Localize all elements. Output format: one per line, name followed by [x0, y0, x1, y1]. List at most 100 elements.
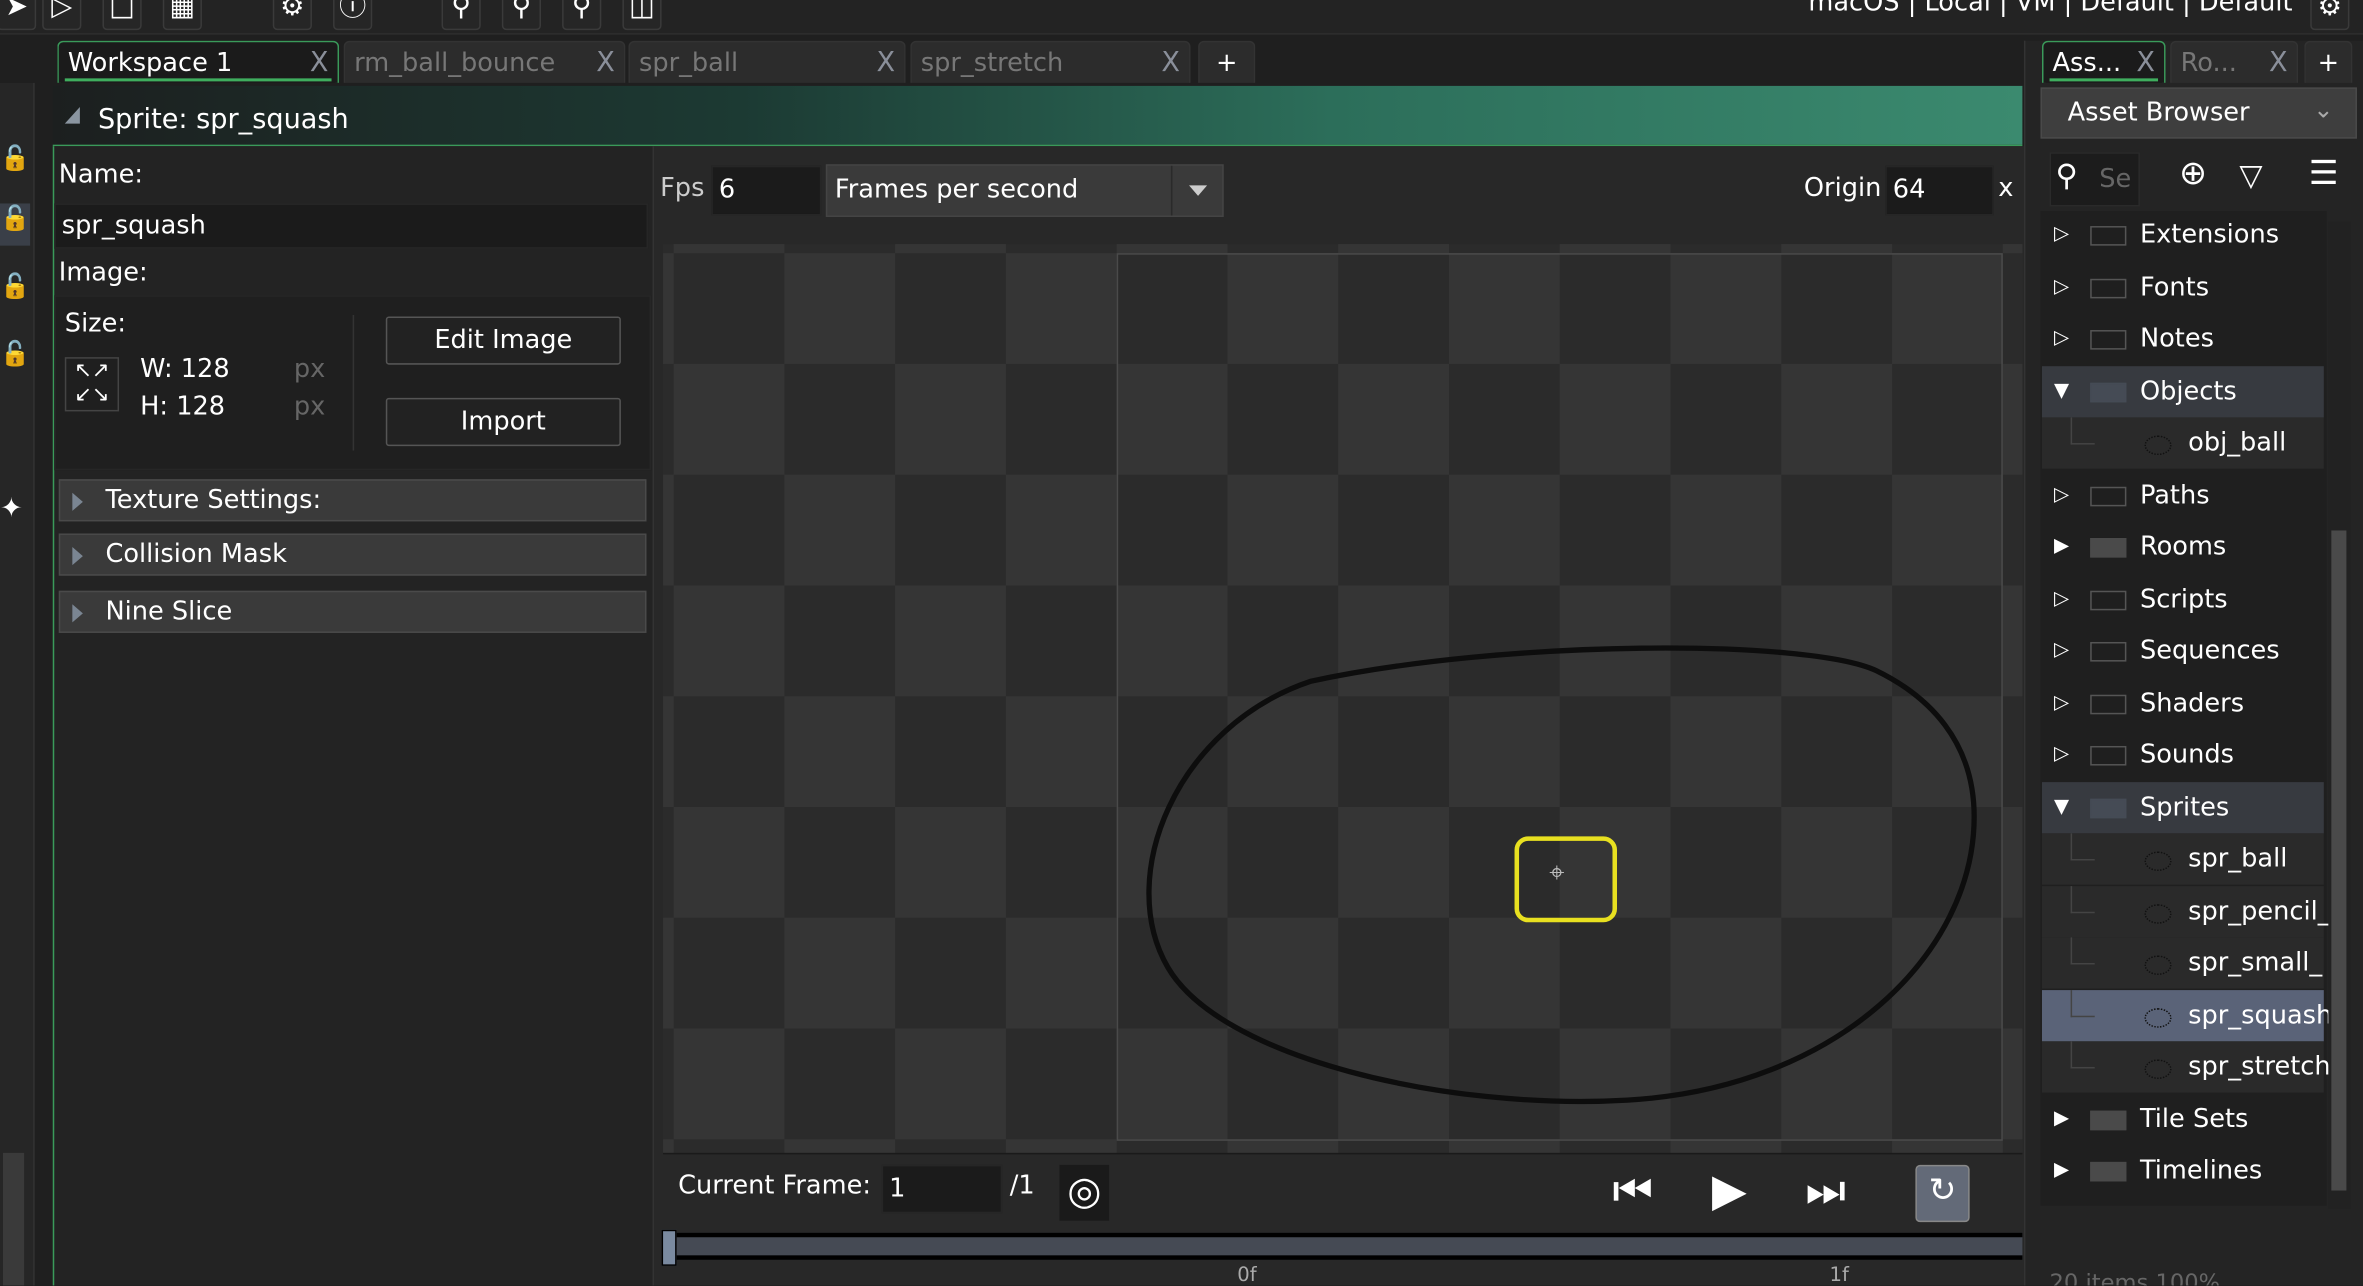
play-icon[interactable]: ▶ [1712, 1165, 1747, 1219]
tree-folder-item[interactable]: ▷ Extensions [2042, 209, 2324, 260]
tree-asset-item[interactable]: spr_squash [2041, 989, 2332, 1041]
lock-icon[interactable]: 🔓 [0, 203, 31, 246]
sprite-image [1146, 645, 1977, 1105]
tab-workspace-1[interactable]: Workspace 1 X [57, 40, 340, 83]
collapse-icon[interactable] [64, 106, 80, 124]
tree-folder-item[interactable]: ▷ Paths [2042, 469, 2324, 520]
timeline-playhead[interactable] [661, 1229, 677, 1266]
sparkle-icon[interactable]: ✦ [0, 493, 23, 525]
filter-icon[interactable]: ▽ [2239, 157, 2262, 193]
import-button[interactable]: Import [385, 397, 621, 447]
close-icon[interactable]: X [596, 42, 615, 83]
chevron-right-icon[interactable]: ▷ [2054, 588, 2069, 609]
chevron-right-icon[interactable]: ▶ [2054, 1160, 2069, 1181]
chevron-right-icon[interactable]: ▷ [2054, 276, 2069, 298]
tree-folder-item[interactable]: ▷ Scripts [2042, 573, 2324, 624]
chevron-right-icon[interactable]: ▶ [2054, 536, 2069, 557]
tree-item-label: spr_pencil_ [2188, 895, 2331, 927]
tree-scrollbar[interactable] [2328, 221, 2351, 1209]
settings-icon[interactable]: ⚙ [272, 0, 312, 31]
tree-item-label: Objects [2139, 375, 2237, 407]
close-icon[interactable]: X [2269, 42, 2288, 83]
texture-settings-section[interactable]: Texture Settings: [58, 479, 647, 522]
zoom-in-icon[interactable]: ⚲ [562, 0, 602, 31]
clean-icon[interactable]: ▦ [162, 0, 202, 31]
chevron-right-icon[interactable]: ▷ [2054, 692, 2069, 713]
tree-item-label: Scripts [2139, 583, 2228, 615]
chevron-right-icon[interactable]: ▷ [2054, 328, 2069, 350]
debug-icon[interactable]: ▷ [42, 0, 82, 31]
origin-x-input[interactable]: 64 [1885, 165, 1994, 216]
chevron-right-icon[interactable]: ▷ [2054, 484, 2069, 506]
scrollbar[interactable] [3, 1152, 25, 1286]
chevron-down-icon[interactable]: ▼ [2054, 380, 2069, 402]
lock-icon[interactable]: 🔓 [0, 271, 30, 300]
close-icon[interactable]: X [1161, 42, 1180, 83]
chevron-right-icon[interactable]: ▷ [2054, 640, 2069, 661]
chevron-right-icon[interactable]: ▷ [2054, 744, 2069, 765]
tree-folder-item[interactable]: ▷ Fonts [2042, 261, 2324, 312]
tree-folder-item[interactable]: ▼ Sprites [2041, 781, 2324, 833]
origin-marker[interactable]: ⌖ [1514, 836, 1618, 923]
tree-asset-item[interactable]: spr_small_ [2041, 937, 2324, 989]
fps-input[interactable]: 6 [711, 165, 822, 216]
tab-rm-ball-bounce[interactable]: rm_ball_bounce X [343, 40, 626, 83]
scroll-thumb[interactable] [2331, 530, 2347, 1191]
tree-folder-item[interactable]: ▼ Objects [2041, 365, 2324, 417]
chevron-right-icon[interactable]: ▶ [2054, 1108, 2069, 1129]
tree-folder-item[interactable]: ▶ Tile Sets [2042, 1093, 2324, 1144]
tree-asset-item[interactable]: spr_pencil_ [2041, 885, 2331, 937]
zoom-reset-icon[interactable]: ⚲ [501, 0, 542, 31]
add-panel-tab-button[interactable]: + [2304, 40, 2353, 83]
nine-slice-section[interactable]: Nine Slice [58, 590, 647, 633]
name-input[interactable]: spr_squash [54, 203, 649, 249]
add-asset-icon[interactable]: ⊕ [2179, 155, 2207, 193]
close-icon[interactable]: X [2136, 42, 2155, 83]
lock-icon[interactable]: 🔓 [0, 339, 30, 368]
asset-browser-dropdown[interactable]: Asset Browser ⌄ [2040, 87, 2357, 139]
stop-icon[interactable]: □ [102, 0, 142, 31]
tab-asset-browser[interactable]: Ass... X [2041, 40, 2166, 83]
add-tab-button[interactable]: + [1198, 40, 1256, 83]
target-settings-icon[interactable]: ⚙ [2310, 0, 2350, 31]
dropdown-label: Asset Browser [2067, 97, 2250, 129]
tree-folder-item[interactable]: ▷ Sequences [2042, 625, 2324, 676]
fps-mode-dropdown[interactable]: Frames per second [825, 164, 1224, 218]
target-info[interactable]: macOS | Local | VM | Default | Default [1808, 0, 2292, 18]
skip-to-start-icon[interactable]: ⏮ [1612, 1165, 1653, 1219]
close-icon[interactable]: X [310, 42, 329, 83]
tree-folder-item[interactable]: ▶ Timelines [2042, 1145, 2324, 1196]
lock-icon[interactable]: 🔓 [0, 143, 30, 172]
chevron-down-icon[interactable]: ▼ [2054, 796, 2069, 817]
zoom-out-icon[interactable]: ⚲ [441, 0, 481, 31]
tree-asset-item[interactable]: obj_ball [2041, 417, 2324, 469]
help-icon[interactable]: ⓘ [333, 0, 373, 31]
tab-spr-stretch[interactable]: spr_stretch X [910, 40, 1191, 83]
tree-asset-item[interactable]: spr_stretch [2041, 1041, 2331, 1093]
tree-folder-item[interactable]: ▷ Notes [2042, 313, 2324, 364]
close-icon[interactable]: X [877, 42, 896, 83]
tree-folder-item[interactable]: ▷ Sounds [2042, 729, 2324, 780]
run-icon[interactable]: ➤ [0, 0, 37, 31]
sprite-thumbnail-icon [2144, 435, 2172, 456]
tree-folder-item[interactable]: ▷ Shaders [2042, 677, 2324, 728]
chevron-right-icon[interactable]: ▷ [2054, 224, 2069, 246]
onion-skin-icon[interactable]: ◎ [1059, 1164, 1110, 1221]
loop-toggle-icon[interactable]: ↻ [1915, 1164, 1970, 1223]
skip-to-end-icon[interactable]: ⏭ [1805, 1165, 1846, 1219]
edit-image-button[interactable]: Edit Image [385, 316, 621, 365]
deploy-icon[interactable]: ◫ [622, 0, 662, 31]
tab-spr-ball[interactable]: spr_ball X [628, 40, 906, 83]
timeline-track[interactable] [663, 1232, 2023, 1260]
sprite-canvas[interactable]: ⌖ [663, 244, 2023, 1155]
folder-icon [2090, 1161, 2127, 1182]
collision-mask-section[interactable]: Collision Mask [58, 533, 647, 576]
menu-icon[interactable]: ☰ [2309, 155, 2339, 193]
tree-folder-item[interactable]: ▶ Rooms [2042, 521, 2324, 572]
asset-search-input[interactable]: ⚲ Se [2049, 152, 2140, 207]
resize-icon[interactable]: ↖↗ ↙↘ [64, 357, 120, 412]
tab-room-manager[interactable]: Ro... X [2170, 40, 2299, 83]
crosshair-icon: ⌖ [1549, 857, 1565, 890]
current-frame-input[interactable]: 1 [881, 1164, 1003, 1214]
tree-asset-item[interactable]: spr_ball [2041, 833, 2324, 885]
